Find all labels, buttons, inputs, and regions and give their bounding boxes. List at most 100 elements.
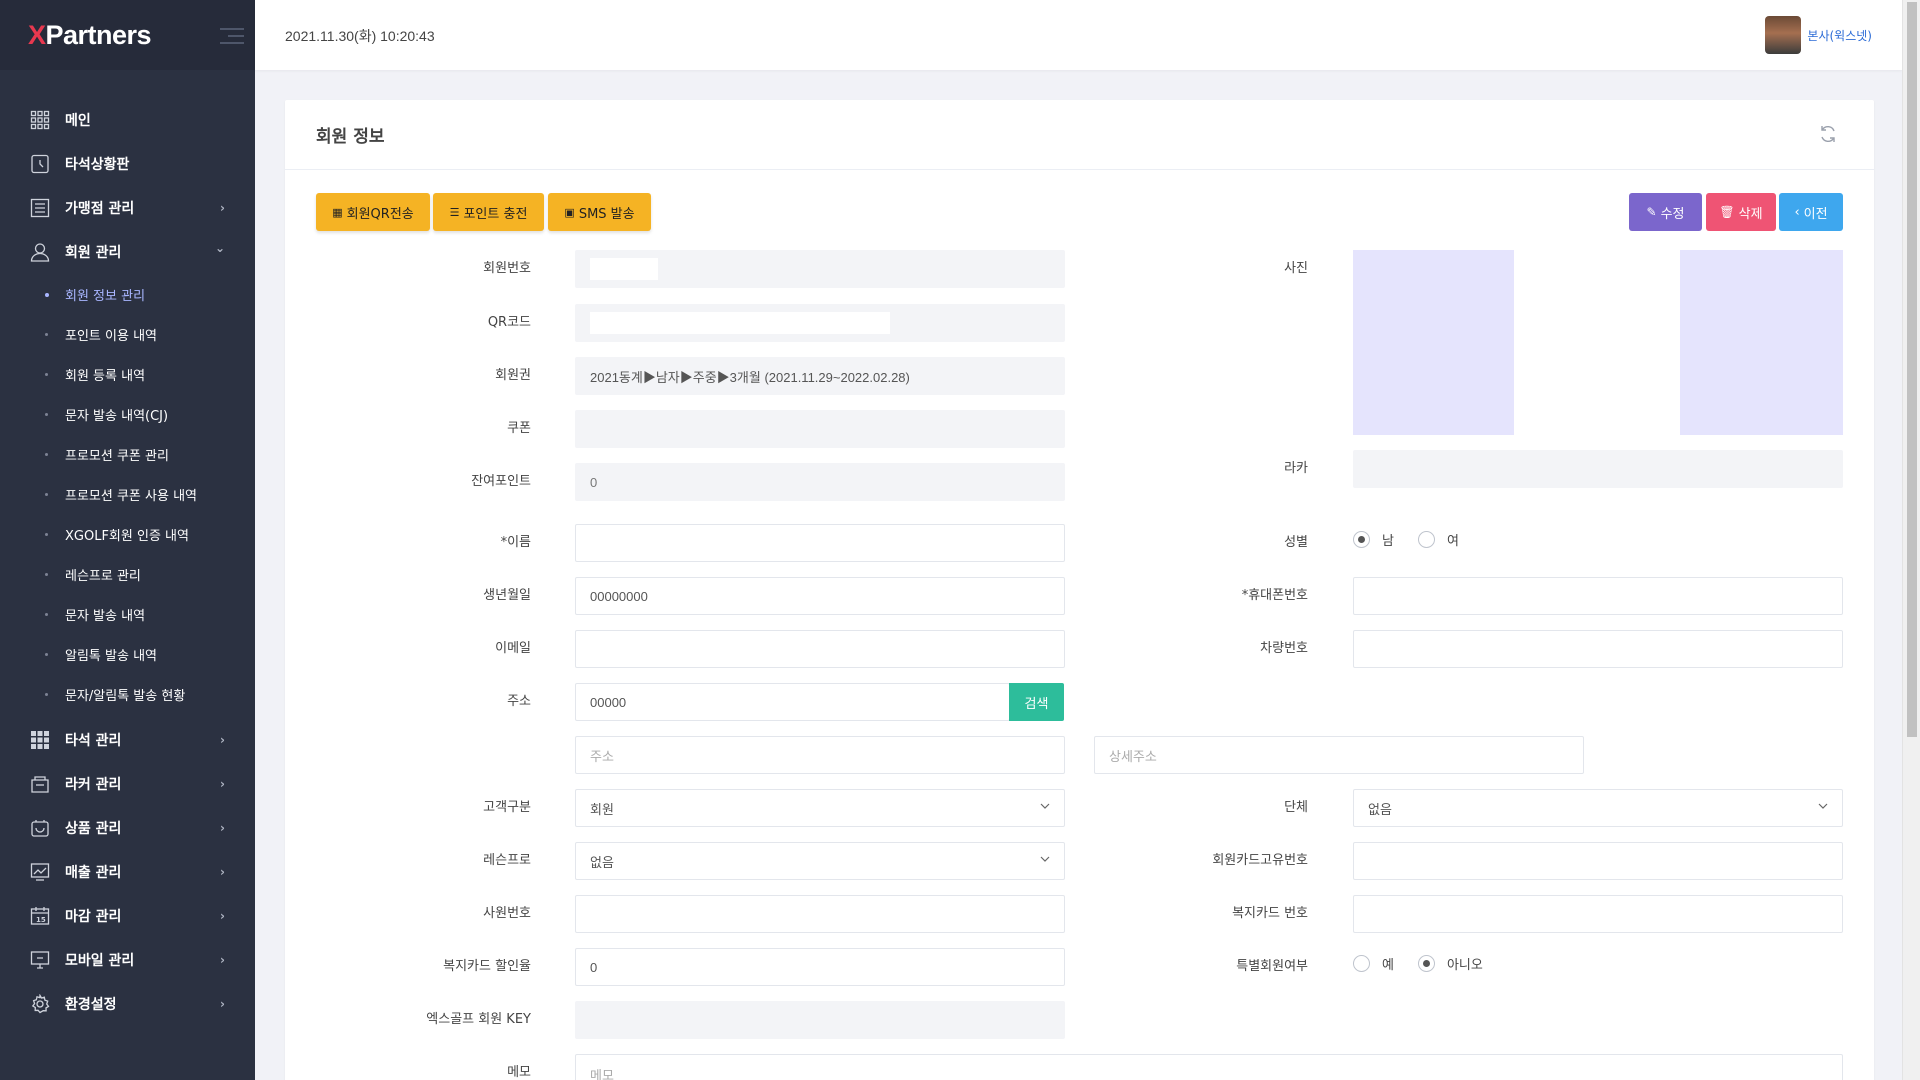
submenu-registration-history[interactable]: 회원 등록 내역 bbox=[0, 354, 255, 394]
membership-field: 2021동계▶남자▶주중▶3개월 (2021.11.29~2022.02.28) bbox=[575, 357, 1065, 395]
birth-input[interactable]: 00000000 bbox=[575, 577, 1065, 615]
submenu-label: 레슨프로 관리 bbox=[65, 568, 141, 584]
member-no-field bbox=[575, 250, 1065, 288]
address-detail-input[interactable]: 상세주소 bbox=[1094, 736, 1584, 774]
phone-input[interactable] bbox=[1353, 577, 1843, 615]
gender-radio-group: 남 여 bbox=[1353, 530, 1483, 549]
submenu-point-history[interactable]: 포인트 이용 내역 bbox=[0, 314, 255, 354]
sidebar-item-members[interactable]: 회원 관리 ⌄ bbox=[0, 230, 255, 274]
welfare-discount-input[interactable]: 0 bbox=[575, 948, 1065, 986]
special-member-radio-group: 예 아니오 bbox=[1353, 954, 1507, 973]
user-name[interactable]: 본사(윅스넷) bbox=[1807, 27, 1872, 44]
user-menu[interactable]: 본사(윅스넷) bbox=[1765, 16, 1872, 54]
employee-no-input[interactable] bbox=[575, 895, 1065, 933]
address-search-button[interactable]: 검색 bbox=[1009, 683, 1064, 721]
chevron-left-icon: ‹ bbox=[1794, 204, 1800, 220]
send-sms-button[interactable]: ▣ SMS 발송 bbox=[548, 193, 651, 231]
chevron-right-icon: › bbox=[220, 953, 225, 967]
gender-female-radio[interactable] bbox=[1417, 531, 1435, 548]
qr-icon: ▦ bbox=[332, 205, 343, 219]
memo-textarea[interactable]: 메모 bbox=[575, 1054, 1843, 1080]
sidebar-item-franchise[interactable]: 가맹점 관리 › bbox=[0, 186, 255, 230]
points-label: 잔여포인트 bbox=[471, 474, 531, 489]
sidebar-menu: 메인 타석상황판 가맹점 관리 › 회원 관리 ⌄ 회원 정보 관리 포인트 이… bbox=[0, 98, 255, 1026]
avatar[interactable] bbox=[1765, 16, 1802, 54]
birth-label: 생년월일 bbox=[483, 588, 531, 603]
submenu-label: 문자 발송 내역(CJ) bbox=[65, 408, 169, 424]
card-header: 회원 정보 bbox=[285, 100, 1874, 170]
refresh-icon[interactable] bbox=[1818, 124, 1838, 144]
submenu-xgolf-auth[interactable]: XGOLF회원 인증 내역 bbox=[0, 514, 255, 554]
sidebar-item-bays[interactable]: 타석 관리 › bbox=[0, 718, 255, 762]
xgolf-key-field bbox=[575, 1001, 1065, 1039]
coupon-label: 쿠폰 bbox=[507, 421, 531, 436]
sidebar-item-label: 환경설정 bbox=[65, 997, 117, 1013]
welfare-card-input[interactable] bbox=[1353, 895, 1843, 933]
sidebar-item-sales[interactable]: 매출 관리 › bbox=[0, 850, 255, 894]
lesson-pro-select[interactable]: 없음 bbox=[575, 842, 1065, 880]
send-qr-button[interactable]: ▦ 회원QR전송 bbox=[316, 193, 430, 231]
delete-button[interactable]: 🗑 삭제 bbox=[1706, 193, 1776, 231]
special-no-radio[interactable] bbox=[1417, 955, 1435, 972]
sidebar-item-label: 가맹점 관리 bbox=[65, 201, 135, 217]
submenu-sms-history[interactable]: 문자 발송 내역 bbox=[0, 594, 255, 634]
email-input[interactable] bbox=[575, 630, 1065, 668]
page-title: 회원 정보 bbox=[316, 127, 385, 147]
qr-code-field bbox=[575, 304, 1065, 342]
sidebar-item-closing[interactable]: 15 마감 관리 › bbox=[0, 894, 255, 938]
group-select[interactable]: 없음 bbox=[1353, 789, 1843, 827]
sidebar-item-lockers[interactable]: 라커 관리 › bbox=[0, 762, 255, 806]
submenu-message-status[interactable]: 문자/알림톡 발송 현황 bbox=[0, 674, 255, 714]
member-info-card: 회원 정보 ▦ 회원QR전송 ☰ 포인트 충전 ▣ SMS 발송 ✎ 수정 🗑 삭제 ‹ 이… bbox=[285, 100, 1874, 1080]
box-icon bbox=[30, 818, 50, 838]
address-label: 주소 bbox=[507, 694, 531, 709]
menu-toggle-icon[interactable] bbox=[220, 28, 244, 44]
submenu-lesson-pro[interactable]: 레슨프로 관리 bbox=[0, 554, 255, 594]
scrollbar-thumb[interactable] bbox=[1907, 2, 1917, 737]
edit-button[interactable]: ✎ 수정 bbox=[1629, 193, 1702, 231]
lesson-pro-label: 레슨프로 bbox=[483, 853, 531, 868]
address-input[interactable]: 주소 bbox=[575, 736, 1065, 774]
submenu-alimtalk-history[interactable]: 알림톡 발송 내역 bbox=[0, 634, 255, 674]
submenu-promo-coupon-usage[interactable]: 프로모션 쿠폰 사용 내역 bbox=[0, 474, 255, 514]
gender-female-label: 여 bbox=[1446, 534, 1459, 549]
sidebar-item-main[interactable]: 메인 bbox=[0, 98, 255, 142]
locker-icon bbox=[30, 774, 50, 794]
submenu-promo-coupon[interactable]: 프로모션 쿠폰 관리 bbox=[0, 434, 255, 474]
monitor-icon bbox=[30, 950, 50, 970]
customer-type-select[interactable]: 회원 bbox=[575, 789, 1065, 827]
sidebar-item-label: 타석 관리 bbox=[65, 733, 122, 749]
chevron-right-icon: › bbox=[220, 865, 225, 879]
charge-points-button[interactable]: ☰ 포인트 충전 bbox=[433, 193, 544, 231]
submenu-sms-history-cj[interactable]: 문자 발송 내역(CJ) bbox=[0, 394, 255, 434]
member-photo[interactable] bbox=[1353, 250, 1843, 435]
submenu-member-info[interactable]: 회원 정보 관리 bbox=[0, 274, 255, 314]
car-no-input[interactable] bbox=[1353, 630, 1843, 668]
customer-type-label: 고객구분 bbox=[483, 800, 531, 815]
page-scrollbar[interactable] bbox=[1902, 0, 1920, 1080]
name-input[interactable] bbox=[575, 524, 1065, 562]
edit-icon: ✎ bbox=[1646, 205, 1657, 219]
sidebar-item-label: 타석상황판 bbox=[65, 157, 130, 173]
special-yes-radio[interactable] bbox=[1353, 955, 1370, 972]
card-uid-input[interactable] bbox=[1353, 842, 1843, 880]
datetime-display: 2021.11.30(화) 10:20:43 bbox=[285, 28, 435, 44]
chevron-right-icon: › bbox=[220, 821, 225, 835]
submenu-label: 문자/알림톡 발송 현황 bbox=[65, 688, 186, 704]
sidebar-item-settings[interactable]: 환경설정 › bbox=[0, 982, 255, 1026]
chart-icon bbox=[30, 862, 50, 882]
sidebar-item-mobile[interactable]: 모바일 관리 › bbox=[0, 938, 255, 982]
sidebar-item-products[interactable]: 상품 관리 › bbox=[0, 806, 255, 850]
sidebar-item-bay-status[interactable]: 타석상황판 bbox=[0, 142, 255, 186]
gender-male-radio[interactable] bbox=[1353, 531, 1370, 548]
back-button[interactable]: ‹ 이전 bbox=[1779, 193, 1843, 231]
zip-input[interactable]: 00000 bbox=[575, 683, 1010, 721]
submenu-label: 회원 정보 관리 bbox=[65, 288, 146, 304]
list-icon bbox=[30, 198, 50, 218]
top-header: 2021.11.30(화) 10:20:43 본사(윅스넷) bbox=[255, 0, 1902, 70]
sidebar-item-label: 라커 관리 bbox=[65, 777, 122, 793]
group-label: 단체 bbox=[1284, 800, 1308, 815]
app-logo[interactable]: XPartners bbox=[28, 20, 152, 51]
select-value: 회원 bbox=[590, 801, 614, 817]
submenu-label: 문자 발송 내역 bbox=[65, 608, 146, 624]
